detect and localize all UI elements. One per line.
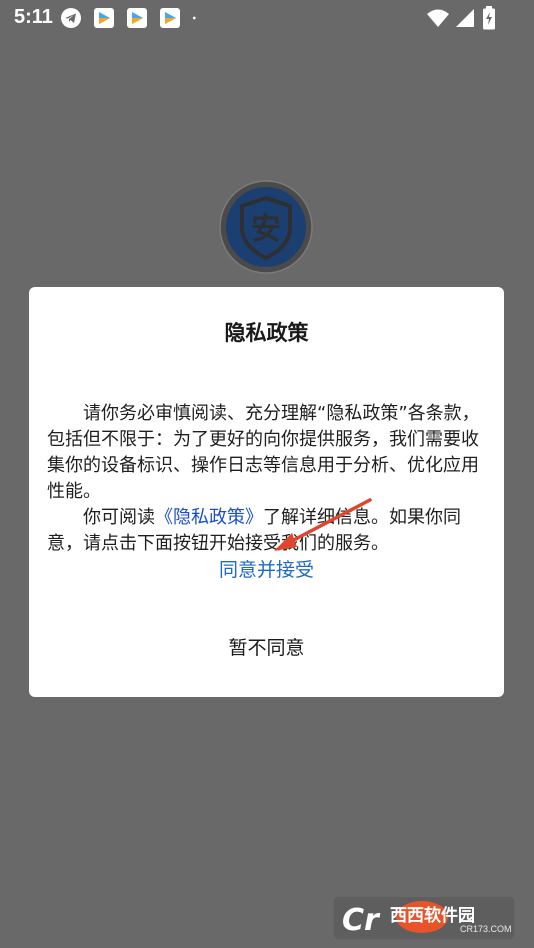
paragraph-1: 请你务必审慎阅读、充分理解“隐私政策”各条款，包括但不限于：为了更好的向你提供服… <box>47 401 487 505</box>
status-bar: 5:11 <box>0 0 534 36</box>
system-icons <box>426 6 496 30</box>
paragraph-2: 你可阅读《隐私政策》了解详细信息。如果你同意，请点击下面按钮开始接受我们的服务。 <box>47 505 487 557</box>
watermark-url: CR173.COM <box>460 924 512 934</box>
decline-button[interactable]: 暂不同意 <box>29 633 504 660</box>
dot-icon <box>192 16 196 20</box>
privacy-dialog: 隐私政策 请你务必审慎阅读、充分理解“隐私政策”各条款，包括但不限于：为了更好的… <box>29 287 504 697</box>
accept-button[interactable]: 同意并接受 <box>29 555 504 582</box>
app-logo-glyph: 安 <box>251 212 281 247</box>
app-notification-icon <box>160 8 180 28</box>
paragraph-2-prefix: 你可阅读 <box>83 507 155 528</box>
privacy-policy-link[interactable]: 《隐私政策》 <box>155 507 263 528</box>
watermark-brand: 西西软件园 <box>390 906 475 926</box>
wifi-icon <box>427 9 449 27</box>
dialog-body: 请你务必审慎阅读、充分理解“隐私政策”各条款，包括但不限于：为了更好的向你提供服… <box>47 375 487 583</box>
dialog-title: 隐私政策 <box>224 321 309 345</box>
app-notification-icon <box>127 8 147 28</box>
svg-text:Cr: Cr <box>342 903 381 938</box>
status-time: 5:11 <box>14 6 53 28</box>
app-notification-icon <box>94 8 114 28</box>
battery-charging-icon <box>483 6 495 30</box>
telegram-icon <box>61 8 81 28</box>
signal-icon <box>456 9 474 27</box>
app-logo-icon: 安 <box>219 180 313 274</box>
paragraph-1-text: 请你务必审慎阅读、充分理解“隐私政策”各条款，包括但不限于：为了更好的向你提供服… <box>47 403 480 502</box>
notification-icons <box>60 7 213 29</box>
